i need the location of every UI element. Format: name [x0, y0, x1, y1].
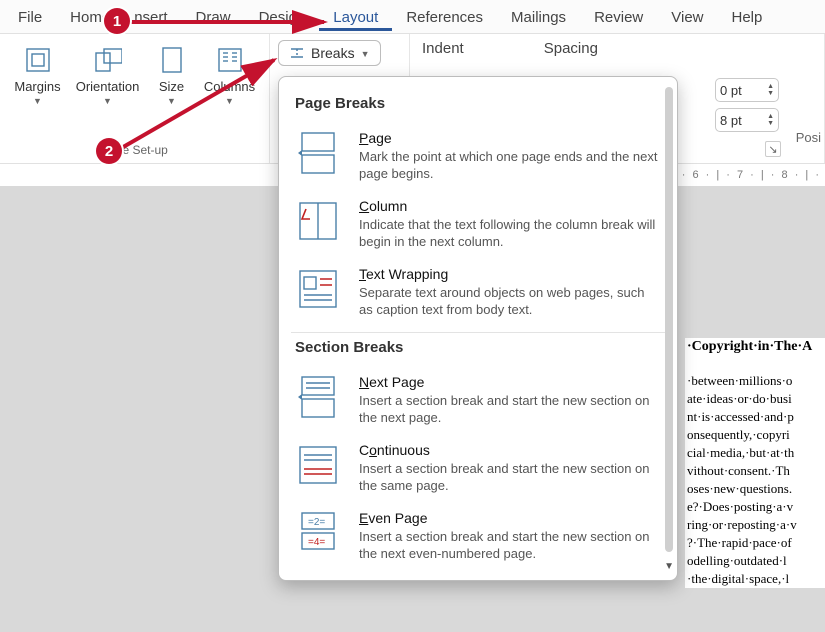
paragraph-dialog-launcher[interactable]: ↘ [765, 141, 781, 157]
scroll-down-icon[interactable]: ▼ [664, 561, 674, 572]
margins-button[interactable]: Margins ▼ [10, 38, 66, 106]
item-title: Column [359, 198, 661, 214]
even-page-break-icon: =2= =4= [295, 510, 341, 556]
tab-view[interactable]: View [657, 3, 717, 31]
text-line: onsequently,·copyri [687, 426, 825, 444]
breaks-button[interactable]: Breaks ▼ [278, 40, 381, 66]
chevron-down-icon: ▼ [103, 96, 112, 106]
tab-layout[interactable]: Layout [319, 3, 392, 31]
orientation-button[interactable]: Orientation ▼ [72, 38, 144, 106]
tab-references[interactable]: References [392, 3, 497, 31]
document-heading: ·Copyright·in·The·A [687, 338, 825, 356]
document-text: ·Copyright·in·The·A ·between·millions·o … [685, 338, 825, 588]
text-line: vithout·consent.·Th [687, 462, 825, 480]
break-option-column[interactable]: Column Indicate that the text following t… [295, 190, 661, 258]
chevron-down-icon: ▼ [225, 96, 234, 106]
item-desc: Mark the point at which one page ends an… [359, 148, 661, 182]
item-title: Text Wrapping [359, 266, 661, 282]
text-line: ·between·millions·o [687, 372, 825, 390]
breaks-dropdown: Page Breaks Page Mark the point at which … [278, 76, 678, 581]
position-button-partial[interactable]: Posi [796, 130, 821, 145]
breaks-icon [289, 45, 305, 61]
size-button[interactable]: Size ▼ [150, 38, 194, 106]
column-break-icon [295, 198, 341, 244]
spacing-after-input[interactable]: 8 pt ▲▼ [715, 108, 779, 132]
dropdown-header-section-breaks: Section Breaks [295, 339, 661, 356]
text-line: ?·The·rapid·pace·of [687, 534, 825, 552]
annotation-badge-2: 2 [96, 138, 122, 164]
size-icon [158, 46, 186, 74]
item-title: Next Page [359, 374, 661, 390]
orientation-label: Orientation [76, 80, 140, 94]
margins-icon [24, 46, 52, 74]
item-title: Even Page [359, 510, 661, 526]
item-desc: Insert a section break and start the new… [359, 528, 661, 562]
chevron-down-icon: ▼ [361, 49, 370, 59]
text-line: cial·media,·but·at·th [687, 444, 825, 462]
break-option-even-page[interactable]: =2= =4= Even Page Insert a section break a… [295, 502, 661, 570]
columns-icon [216, 46, 244, 74]
stepper-icon[interactable]: ▲▼ [767, 113, 774, 127]
tab-mailings[interactable]: Mailings [497, 3, 580, 31]
item-desc: Insert a section break and start the new… [359, 460, 661, 494]
columns-button[interactable]: Columns ▼ [200, 38, 260, 106]
breaks-label: Breaks [311, 45, 355, 61]
columns-label: Columns [204, 80, 255, 94]
chevron-down-icon: ▼ [33, 96, 42, 106]
text-line: nt·is·accessed·and·p [687, 408, 825, 426]
spacing-before-input[interactable]: 0 pt ▲▼ [715, 78, 779, 102]
stepper-icon[interactable]: ▲▼ [767, 83, 774, 97]
page-break-icon [295, 130, 341, 176]
text-line: ·the·digital·space,·l [687, 570, 825, 588]
break-option-continuous[interactable]: Continuous Insert a section break and sta… [295, 434, 661, 502]
size-label: Size [159, 80, 184, 94]
break-option-next-page[interactable]: Next Page Insert a section break and star… [295, 366, 661, 434]
dropdown-scrollbar[interactable] [665, 87, 673, 552]
spacing-before-value: 0 pt [720, 83, 742, 98]
break-option-page[interactable]: Page Mark the point at which one page end… [295, 122, 661, 190]
item-desc: Separate text around objects on web page… [359, 284, 661, 318]
text-line: ate·ideas·or·do·busi [687, 390, 825, 408]
chevron-down-icon: ▼ [167, 96, 176, 106]
item-desc: Insert a section break and start the new… [359, 392, 661, 426]
next-page-break-icon [295, 374, 341, 420]
item-title: Continuous [359, 442, 661, 458]
orientation-icon [94, 46, 122, 74]
text-line: e?·Does·posting·a·v [687, 498, 825, 516]
text-line: oses·new·questions. [687, 480, 825, 498]
tab-draw[interactable]: Draw [182, 3, 245, 31]
break-option-text-wrapping[interactable]: Text Wrapping Separate text around object… [295, 258, 661, 326]
continuous-break-icon [295, 442, 341, 488]
ruler-text: · · 6 · | · 7 · | · 8 · | · [671, 169, 821, 181]
text-line: odelling·outdated·l [687, 552, 825, 570]
svg-text:=2=: =2= [308, 517, 325, 528]
text-wrapping-break-icon [295, 266, 341, 312]
margins-label: Margins [14, 80, 60, 94]
item-desc: Indicate that the text following the col… [359, 216, 661, 250]
dropdown-header-page-breaks: Page Breaks [295, 95, 661, 112]
annotation-badge-1: 1 [104, 8, 130, 34]
tab-design[interactable]: Design [245, 3, 320, 31]
tab-review[interactable]: Review [580, 3, 657, 31]
tab-file[interactable]: File [4, 3, 56, 31]
tab-help[interactable]: Help [718, 3, 777, 31]
svg-text:=4=: =4= [308, 537, 325, 548]
spacing-after-value: 8 pt [720, 113, 742, 128]
item-title: Page [359, 130, 661, 146]
text-line: ring·or·reposting·a·v [687, 516, 825, 534]
